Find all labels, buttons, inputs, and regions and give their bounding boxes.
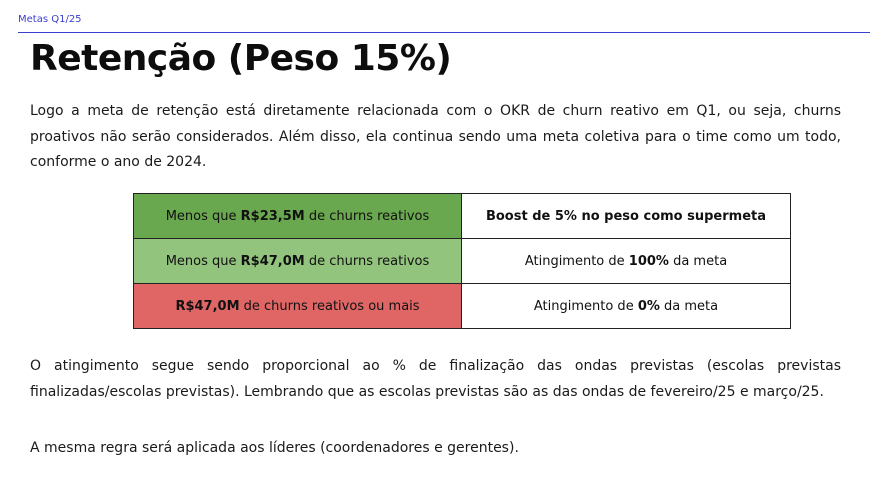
condition-suffix: de churns reativos ou mais [239, 298, 420, 314]
goal-row-full: Menos que R$47,0M de churns reativos Ati… [133, 238, 791, 284]
result-value: 100% [628, 253, 669, 269]
condition-suffix: de churns reativos [304, 208, 430, 224]
result-cell: Boost de 5% no peso como supermeta [461, 193, 791, 239]
result-cell: Atingimento de 0% da meta [461, 283, 791, 329]
goal-row-zero: R$47,0M de churns reativos ou mais Ating… [133, 283, 791, 329]
condition-prefix: Menos que [165, 208, 241, 224]
condition-suffix: de churns reativos [304, 253, 430, 269]
condition-value: R$23,5M [240, 208, 305, 224]
condition-cell: Menos que R$23,5M de churns reativos [133, 193, 462, 239]
intro-paragraph: Logo a meta de retenção está diretamente… [30, 103, 841, 170]
result-suffix: da meta [659, 298, 719, 314]
result-suffix: da meta [668, 253, 728, 269]
result-cell: Atingimento de 100% da meta [461, 238, 791, 284]
condition-cell: Menos que R$47,0M de churns reativos [133, 238, 462, 284]
retention-goals-table: Menos que R$23,5M de churns reativos Boo… [133, 193, 791, 329]
page-title: Retenção (Peso 15%) [30, 38, 452, 79]
result-prefix: Atingimento de [533, 298, 638, 314]
condition-prefix: Menos que [165, 253, 241, 269]
page-header: Metas Q1/25 [18, 13, 870, 33]
leaders-paragraph: A mesma regra será aplicada aos líderes … [30, 440, 519, 456]
header-label: Metas Q1/25 [18, 14, 82, 25]
condition-value: R$47,0M [175, 298, 240, 314]
result-value: Boost de 5% no peso como supermeta [485, 208, 767, 224]
condition-value: R$47,0M [240, 253, 305, 269]
goal-row-supermeta: Menos que R$23,5M de churns reativos Boo… [133, 193, 791, 239]
result-prefix: Atingimento de [524, 253, 629, 269]
result-value: 0% [637, 298, 660, 314]
condition-cell: R$47,0M de churns reativos ou mais [133, 283, 462, 329]
proportional-paragraph: O atingimento segue sendo proporcional a… [30, 358, 841, 400]
